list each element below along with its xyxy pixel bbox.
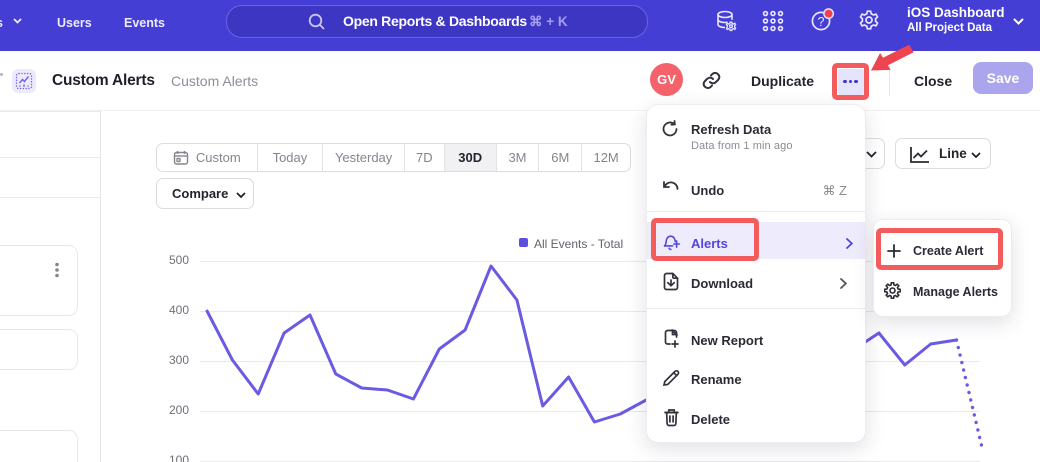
svg-text:500: 500	[169, 253, 189, 267]
svg-text:400: 400	[169, 303, 189, 317]
svg-text:?: ?	[818, 15, 825, 29]
svg-text:200: 200	[169, 403, 189, 417]
svg-text:100: 100	[169, 453, 189, 462]
svg-text:300: 300	[169, 353, 189, 367]
